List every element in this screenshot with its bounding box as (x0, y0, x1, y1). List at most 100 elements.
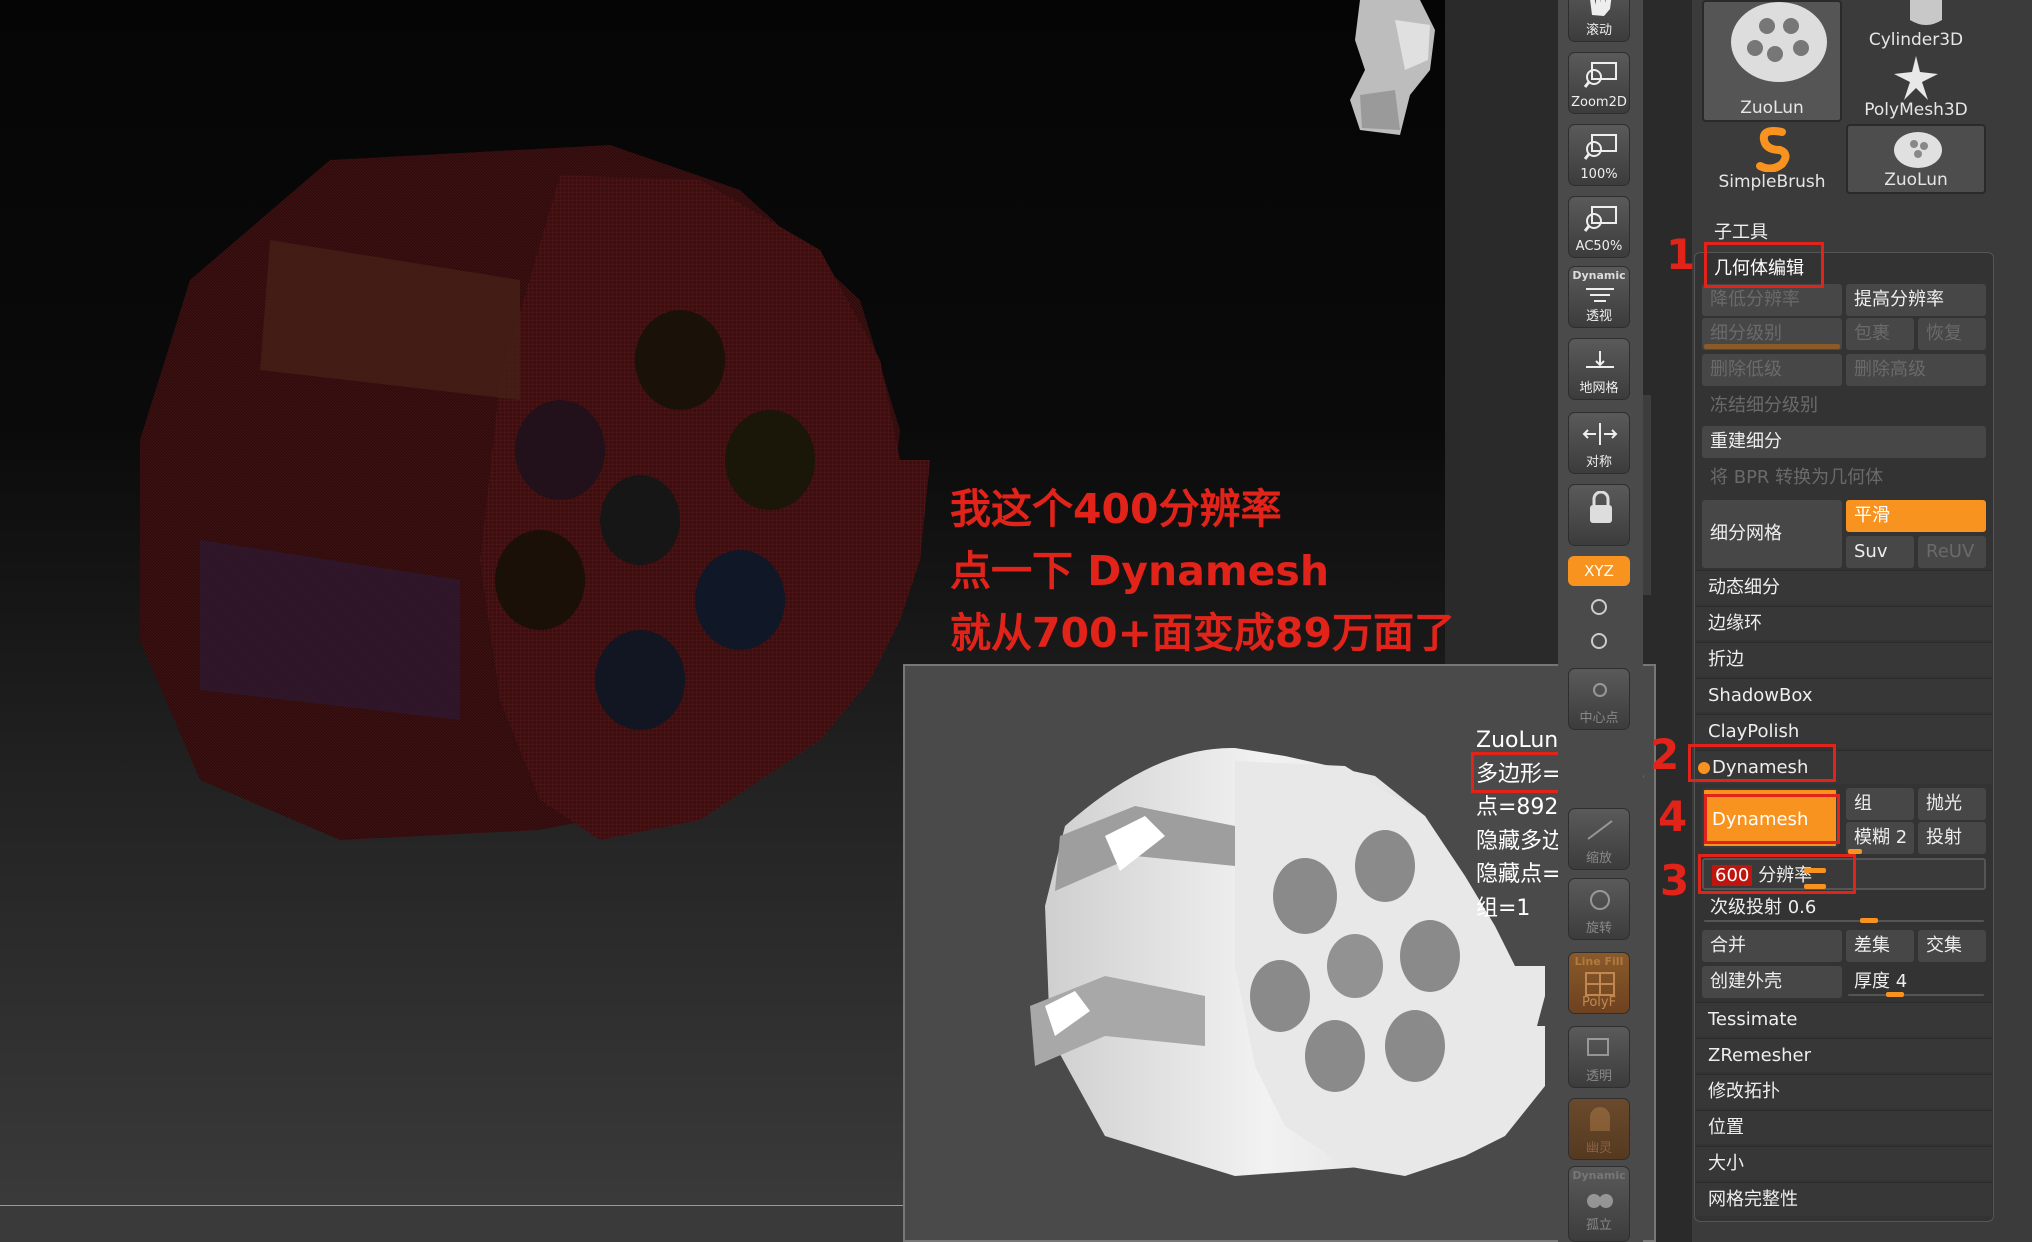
ac50-button[interactable]: AC50% (1568, 196, 1630, 258)
annotation-note: 我这个400分辨率 点一下 Dynamesh 就从700+面变成89万面了 (950, 478, 1455, 664)
subproject-slider-fill (1860, 918, 1878, 923)
symmetry-label: 对称 (1585, 455, 1612, 470)
cylinder-thumbnail-icon (1731, 2, 1827, 82)
scale-label: 缩放 (1585, 851, 1612, 866)
step-1-number: 1 (1666, 230, 1696, 279)
scroll-button[interactable]: 滚动 (1568, 0, 1630, 42)
higher-res-button[interactable]: 提高分辨率 (1846, 284, 1986, 316)
scale-icon (1587, 820, 1613, 840)
subdiv-level-slider-fill (1704, 344, 1840, 349)
tool-zuolun[interactable]: ZuoLun (1846, 124, 1986, 194)
cage-button[interactable]: 包裹 (1846, 318, 1914, 350)
shadowbox-section[interactable]: ShadowBox (1696, 678, 1992, 712)
xyz-button[interactable]: XYZ (1568, 556, 1630, 586)
tessimate-section[interactable]: Tessimate (1696, 1002, 1992, 1036)
blur-value: 2 (1895, 827, 1908, 848)
tool-simplebrush-label: SimpleBrush (1718, 172, 1826, 192)
dynamesh-add-button[interactable]: 合并 (1702, 930, 1842, 962)
tool-cylinder3d-label: Cylinder3D (1868, 30, 1964, 50)
tool-polymesh3d[interactable]: PolyMesh3D (1846, 52, 1986, 122)
tool-polymesh3d-label: PolyMesh3D (1864, 100, 1968, 120)
step-4-highlight (1704, 794, 1840, 844)
reconstruct-subdiv-button[interactable]: 重建细分 (1702, 426, 1986, 458)
thickness-slider-track (1848, 994, 1984, 996)
polyf-button[interactable]: Line Fill PolyF (1568, 952, 1630, 1014)
solo-dynamic-label: Dynamic (1572, 1169, 1626, 1182)
simplebrush-icon (1756, 127, 1790, 172)
local-symmetry-button[interactable] (1568, 484, 1630, 546)
groups-toggle[interactable]: 组 (1846, 788, 1914, 820)
tool-simplebrush[interactable]: SimpleBrush (1702, 124, 1842, 194)
create-shell-button[interactable]: 创建外壳 (1702, 966, 1842, 998)
rotate-label: 旋转 (1585, 921, 1612, 936)
solo-icon (1587, 1194, 1613, 1208)
restore-button[interactable]: 恢复 (1918, 318, 1986, 350)
tool-cylinder3d[interactable]: Cylinder3D (1846, 0, 1986, 52)
zoom2d-label: Zoom2D (1571, 95, 1627, 110)
dynamesh-sub-button[interactable]: 差集 (1846, 930, 1914, 962)
solo-label: 孤立 (1585, 1218, 1612, 1233)
floor-grid-button[interactable]: 地网格 (1568, 338, 1630, 400)
divide-button[interactable]: 细分网格 (1702, 500, 1842, 568)
step-1-highlight (1704, 242, 1824, 288)
position-section[interactable]: 位置 (1696, 1110, 1992, 1144)
zoom2d-button[interactable]: Zoom2D (1568, 52, 1630, 114)
annotation-line-2: 点一下 Dynamesh (950, 547, 1330, 595)
suv-toggle[interactable]: Suv (1846, 536, 1914, 568)
cylinder-thumbnail-icon (1894, 132, 1942, 168)
annotation-line-1: 我这个400分辨率 (950, 485, 1282, 533)
cylinder-icon (1910, 0, 1942, 25)
lower-res-button[interactable]: 降低分辨率 (1702, 284, 1842, 316)
annotation-line-3: 就从700+面变成89万面了 (950, 609, 1455, 657)
center-point-button[interactable]: 中心点 (1568, 668, 1630, 730)
size-section[interactable]: 大小 (1696, 1146, 1992, 1180)
transparent-button[interactable]: 透明 (1568, 1026, 1630, 1088)
hand-icon (1590, 0, 1612, 16)
subproject-slider-track (1704, 920, 1984, 922)
center-icon (1593, 683, 1607, 697)
delete-higher-button[interactable]: 删除高级 (1846, 354, 1986, 386)
actual-size-label: 100% (1580, 167, 1618, 182)
subtool-header[interactable]: 子工具 (1714, 218, 1768, 244)
polyf-label: PolyF (1581, 995, 1617, 1010)
scale-button[interactable]: 缩放 (1568, 808, 1630, 870)
bpr-convert-button[interactable]: 将 BPR 转换为几何体 (1702, 462, 1986, 494)
modify-topology-section[interactable]: 修改拓扑 (1696, 1074, 1992, 1108)
polish-toggle[interactable]: 抛光 (1918, 788, 1986, 820)
tool-zuolun-current[interactable]: ZuoLun (1702, 0, 1842, 122)
symmetry-button[interactable]: 对称 (1568, 412, 1630, 474)
dynamesh-and-button[interactable]: 交集 (1918, 930, 1986, 962)
rotate-cw-icon[interactable] (1585, 596, 1613, 618)
symmetry-icon (1582, 423, 1618, 445)
floor-grid-label: 地网格 (1579, 381, 1619, 396)
crease-section[interactable]: 折边 (1696, 642, 1992, 676)
navigation-head-gizmo[interactable] (1340, 0, 1440, 135)
smooth-toggle[interactable]: 平滑 (1846, 500, 1986, 532)
tool-zuolun-label: ZuoLun (1884, 170, 1948, 190)
ghost-label: 幽灵 (1585, 1141, 1612, 1156)
project-toggle[interactable]: 投射 (1918, 822, 1986, 854)
edge-loop-section[interactable]: 边缘环 (1696, 606, 1992, 640)
claypolish-section[interactable]: ClayPolish (1696, 714, 1992, 748)
dynamic-subdiv-section[interactable]: 动态细分 (1696, 570, 1992, 604)
dynamic-label: Dynamic (1572, 269, 1626, 282)
solo-button[interactable]: Dynamic 孤立 (1568, 1166, 1630, 1242)
step-2-number: 2 (1650, 730, 1680, 779)
floor-grid-icon (1586, 351, 1614, 368)
rotate-ccw-icon[interactable] (1585, 630, 1613, 652)
perspective-button[interactable]: Dynamic 透视 (1568, 266, 1630, 328)
shelf-scrollbar[interactable] (1643, 395, 1651, 595)
subproject-label: 次级投射 (1710, 897, 1782, 918)
delete-lower-button[interactable]: 删除低级 (1702, 354, 1842, 386)
actual-size-button[interactable]: 100% (1568, 124, 1630, 186)
scroll-label: 滚动 (1585, 23, 1612, 38)
reuv-button[interactable]: ReUV (1918, 536, 1986, 568)
freeze-subdiv-button[interactable]: 冻结细分级别 (1702, 390, 1986, 422)
step-2-highlight (1688, 744, 1836, 782)
mesh-integrity-section[interactable]: 网格完整性 (1696, 1182, 1992, 1216)
rotate-button[interactable]: 旋转 (1568, 878, 1630, 940)
zremesher-section[interactable]: ZRemesher (1696, 1038, 1992, 1072)
step-3-highlight (1698, 854, 1856, 894)
rotate-icon (1590, 890, 1610, 910)
ghost-button[interactable]: 幽灵 (1568, 1098, 1630, 1160)
